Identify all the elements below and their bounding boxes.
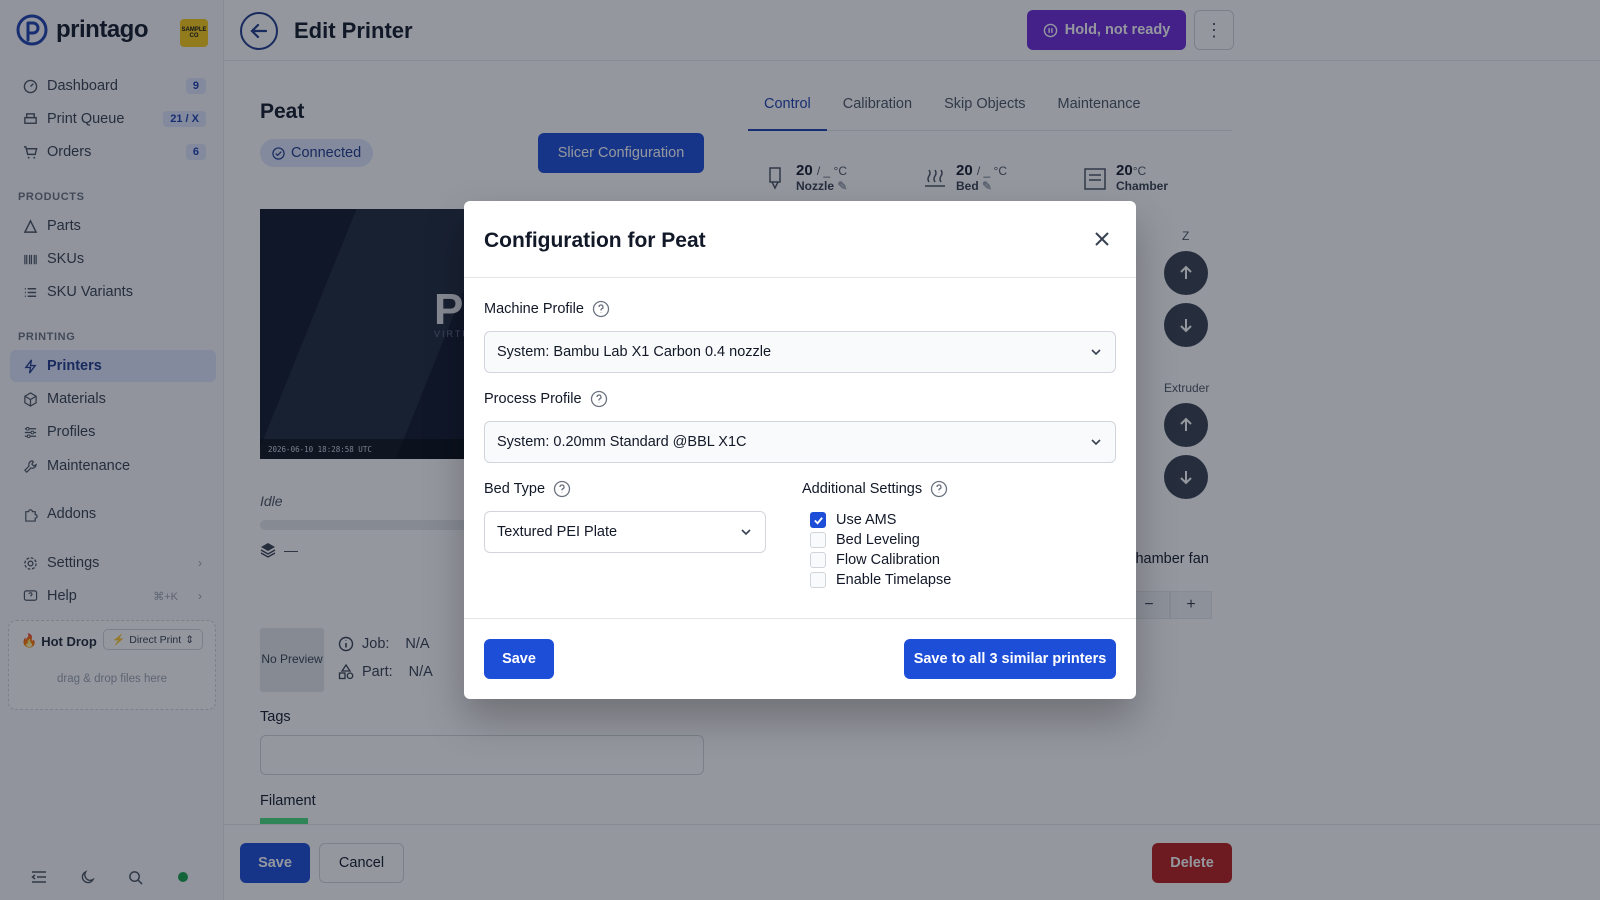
save-to-all-similar-button[interactable]: Save to all 3 similar printers [904, 639, 1116, 679]
selected-value: System: Bambu Lab X1 Carbon 0.4 nozzle [497, 344, 772, 360]
checkbox-label: Bed Leveling [836, 532, 920, 548]
help-icon[interactable] [592, 300, 610, 318]
bed-leveling-checkbox[interactable] [810, 532, 826, 548]
selected-value: System: 0.20mm Standard @BBL X1C [497, 434, 747, 450]
bed-type-label: Bed Type [484, 480, 571, 498]
machine-profile-select[interactable]: System: Bambu Lab X1 Carbon 0.4 nozzle [484, 331, 1116, 373]
label-text: Process Profile [484, 391, 582, 407]
chevron-down-icon [1091, 439, 1101, 446]
process-profile-select[interactable]: System: 0.20mm Standard @BBL X1C [484, 421, 1116, 463]
close-button[interactable] [1090, 227, 1114, 251]
flow-calibration-checkbox-row[interactable]: Flow Calibration [810, 552, 940, 568]
process-profile-label: Process Profile [484, 390, 608, 408]
label-text: Bed Type [484, 481, 546, 497]
enable-timelapse-checkbox-row[interactable]: Enable Timelapse [810, 572, 951, 588]
chevron-down-icon [741, 529, 751, 536]
bed-type-select[interactable]: Textured PEI Plate [484, 511, 766, 553]
flow-calibration-checkbox[interactable] [810, 552, 826, 568]
bed-leveling-checkbox-row[interactable]: Bed Leveling [810, 532, 920, 548]
checkmark-icon [813, 516, 823, 525]
label-text: Additional Settings [802, 481, 923, 497]
chevron-down-icon [1091, 349, 1101, 356]
additional-settings-label: Additional Settings [802, 480, 948, 498]
dialog-title: Configuration for Peat [484, 229, 706, 252]
machine-profile-label: Machine Profile [484, 300, 610, 318]
help-icon[interactable] [930, 480, 948, 498]
use-ams-checkbox-row[interactable]: Use AMS [810, 512, 896, 528]
help-icon[interactable] [553, 480, 571, 498]
divider [464, 618, 1136, 619]
use-ams-checkbox[interactable] [810, 512, 826, 528]
label-text: Machine Profile [484, 301, 584, 317]
checkbox-label: Flow Calibration [836, 552, 940, 568]
divider [464, 277, 1136, 278]
help-icon[interactable] [590, 390, 608, 408]
checkbox-label: Use AMS [836, 512, 897, 528]
enable-timelapse-checkbox[interactable] [810, 572, 826, 588]
slicer-config-dialog: Configuration for Peat Machine Profile S… [464, 201, 1136, 699]
selected-value: Textured PEI Plate [497, 524, 618, 540]
close-icon [1095, 232, 1109, 246]
checkbox-label: Enable Timelapse [836, 572, 952, 588]
dialog-save-button[interactable]: Save [484, 639, 554, 679]
